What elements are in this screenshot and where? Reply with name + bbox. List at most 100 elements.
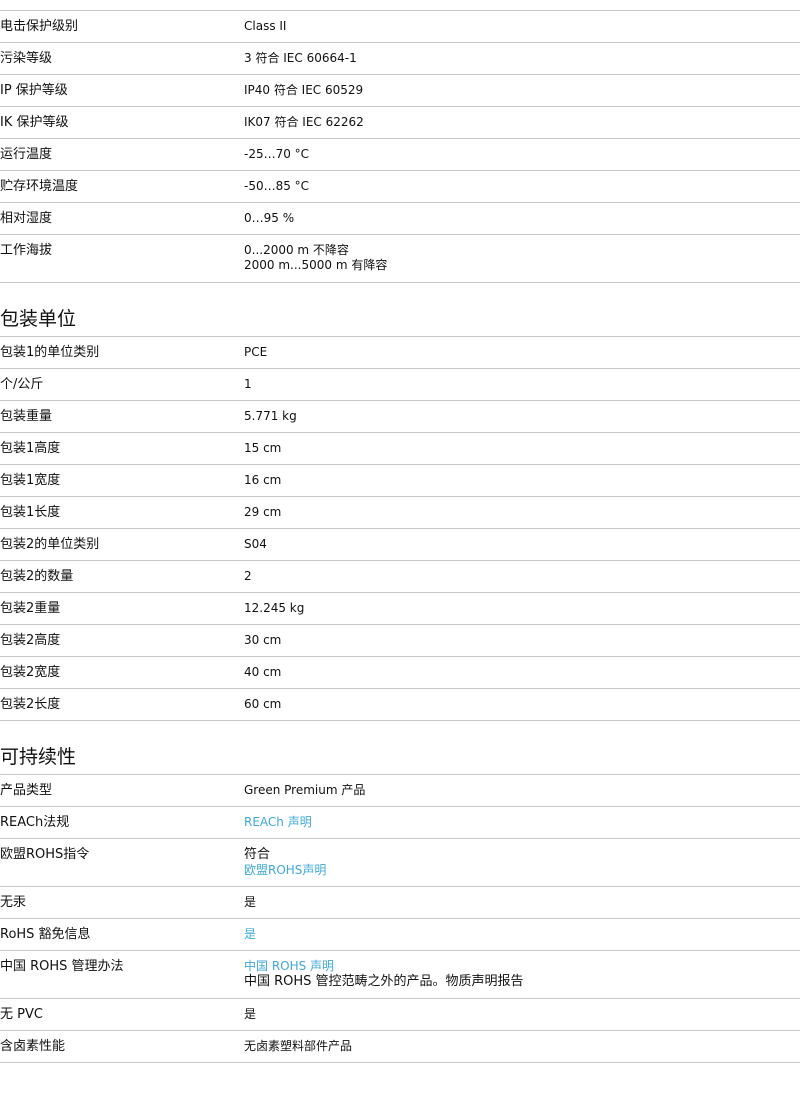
row-product-type: 产品类型 Green Premium 产品 [0, 775, 800, 807]
reach-declaration-link[interactable]: REACh 声明 [244, 815, 312, 829]
spec-value: 2 [244, 569, 252, 583]
spec-label: IP 保护等级 [0, 83, 68, 98]
spec-row: 电击保护级别 Class II [0, 11, 800, 43]
row-mercury-free: 无汞 是 [0, 887, 800, 919]
packaging-row: 包装1宽度 16 cm [0, 465, 800, 497]
spec-label: IK 保护等级 [0, 115, 69, 130]
spec-value: 1 [244, 377, 252, 391]
spec-row-altitude: 工作海拔 0...2000 m 不降容 2000 m...5000 m 有降容 [0, 235, 800, 283]
packaging-row: 包装2长度 60 cm [0, 689, 800, 721]
eu-rohs-declaration-link[interactable]: 欧盟ROHS声明 [244, 863, 800, 878]
spec-label: 产品类型 [0, 783, 53, 798]
spec-label: 含卤素性能 [0, 1039, 66, 1054]
row-china-rohs: 中国 ROHS 管理办法 中国 ROHS 声明 中国 ROHS 管控范畴之外的产… [0, 951, 800, 999]
spec-value: 符合 欧盟ROHS声明 [244, 839, 800, 884]
spec-value: 是 [244, 895, 257, 909]
packaging-section: 包装单位 包装1的单位类别 PCE 个/公斤 1 包装重量 5.771 kg 包… [0, 303, 800, 721]
packaging-row: 包装2高度 30 cm [0, 625, 800, 657]
spec-label: 运行温度 [0, 147, 53, 162]
altitude-line-1: 0...2000 m 不降容 [244, 243, 349, 257]
china-rohs-declaration-link[interactable]: 中国 ROHS 声明 [244, 959, 800, 974]
spec-row: 贮存环境温度 -50…85 °C [0, 171, 800, 203]
spec-row: 相对湿度 0…95 % [0, 203, 800, 235]
spec-value: 是 [244, 919, 800, 948]
spec-value: 16 cm [244, 473, 282, 487]
spec-label: 相对湿度 [0, 211, 53, 226]
spec-label: 包装2的数量 [0, 569, 74, 584]
product-spec-page: 电击保护级别 Class II 污染等级 3 符合 IEC 60664-1 IP… [0, 0, 800, 1063]
spec-value: Green Premium 产品 [244, 783, 366, 797]
packaging-row: 包装2宽度 40 cm [0, 657, 800, 689]
spec-value: 12.245 kg [244, 601, 305, 615]
spec-row: 污染等级 3 符合 IEC 60664-1 [0, 43, 800, 75]
spec-label: 包装1宽度 [0, 473, 61, 488]
spec-label: 工作海拔 [0, 243, 53, 258]
spec-label: 包装1长度 [0, 505, 61, 520]
spec-value: 中国 ROHS 声明 中国 ROHS 管控范畴之外的产品。物质声明报告 [244, 951, 800, 996]
section-title-packaging: 包装单位 [0, 303, 800, 337]
altitude-line-2: 2000 m...5000 m 有降容 [244, 258, 388, 272]
spec-label: 包装2宽度 [0, 665, 61, 680]
spec-label: 中国 ROHS 管理办法 [0, 959, 124, 974]
spec-value: IK07 符合 IEC 62262 [244, 115, 364, 129]
row-halogen: 含卤素性能 无卤素塑料部件产品 [0, 1031, 800, 1063]
spec-label: 欧盟ROHS指令 [0, 847, 90, 862]
spec-value: 3 符合 IEC 60664-1 [244, 51, 357, 65]
spec-label: 包装2长度 [0, 697, 61, 712]
spec-row: IK 保护等级 IK07 符合 IEC 62262 [0, 107, 800, 139]
top-divider [0, 0, 800, 11]
spec-label: REACh法规 [0, 815, 70, 830]
spec-label: 贮存环境温度 [0, 179, 79, 194]
spec-value: 60 cm [244, 697, 282, 711]
packaging-row: 包装2重量 12.245 kg [0, 593, 800, 625]
spec-label: 污染等级 [0, 51, 53, 66]
spec-label: 包装重量 [0, 409, 53, 424]
packaging-row: 个/公斤 1 [0, 369, 800, 401]
spec-value: Class II [244, 19, 287, 33]
spec-value: -50…85 °C [244, 179, 310, 193]
spec-value: 是 [244, 1007, 257, 1021]
spec-row: 运行温度 -25…70 °C [0, 139, 800, 171]
spec-value: -25…70 °C [244, 147, 310, 161]
spec-value: 40 cm [244, 665, 282, 679]
spec-value: REACh 声明 [244, 807, 800, 836]
spec-label: 包装2的单位类别 [0, 537, 100, 552]
eu-rohs-status: 符合 [244, 847, 271, 862]
spec-label: RoHS 豁免信息 [0, 927, 91, 942]
packaging-row: 包装1高度 15 cm [0, 433, 800, 465]
spec-row: IP 保护等级 IP40 符合 IEC 60529 [0, 75, 800, 107]
row-pvc-free: 无 PVC 是 [0, 999, 800, 1031]
sustainability-section: 可持续性 产品类型 Green Premium 产品 REACh法规 REACh… [0, 741, 800, 1063]
spec-label: 包装1的单位类别 [0, 345, 100, 360]
row-rohs-exemption: RoHS 豁免信息 是 [0, 919, 800, 951]
packaging-row: 包装2的数量 2 [0, 561, 800, 593]
spec-value: S04 [244, 537, 267, 551]
spec-label: 电击保护级别 [0, 19, 79, 34]
spec-label: 无汞 [0, 895, 27, 910]
spec-label: 包装2重量 [0, 601, 61, 616]
spec-value: 15 cm [244, 441, 282, 455]
spec-value: IP40 符合 IEC 60529 [244, 83, 364, 97]
packaging-row: 包装重量 5.771 kg [0, 401, 800, 433]
spec-value: 无卤素塑料部件产品 [244, 1039, 353, 1053]
spec-value: 0...2000 m 不降容 2000 m...5000 m 有降容 [244, 235, 800, 279]
china-rohs-note: 中国 ROHS 管控范畴之外的产品。物质声明报告 [244, 974, 524, 989]
rohs-exemption-link[interactable]: 是 [244, 927, 256, 941]
spec-label: 无 PVC [0, 1007, 43, 1022]
spec-value: 5.771 kg [244, 409, 297, 423]
row-eu-rohs: 欧盟ROHS指令 符合 欧盟ROHS声明 [0, 839, 800, 887]
spec-value: PCE [244, 345, 268, 359]
section-title-sustainability: 可持续性 [0, 741, 800, 775]
row-reach: REACh法规 REACh 声明 [0, 807, 800, 839]
spec-label: 包装2高度 [0, 633, 61, 648]
packaging-row: 包装1的单位类别 PCE [0, 337, 800, 369]
spec-label: 包装1高度 [0, 441, 61, 456]
packaging-row: 包装1长度 29 cm [0, 497, 800, 529]
spec-label: 个/公斤 [0, 377, 44, 392]
spec-value: 29 cm [244, 505, 282, 519]
spec-value: 30 cm [244, 633, 282, 647]
packaging-row: 包装2的单位类别 S04 [0, 529, 800, 561]
environment-spec-table: 电击保护级别 Class II 污染等级 3 符合 IEC 60664-1 IP… [0, 11, 800, 283]
